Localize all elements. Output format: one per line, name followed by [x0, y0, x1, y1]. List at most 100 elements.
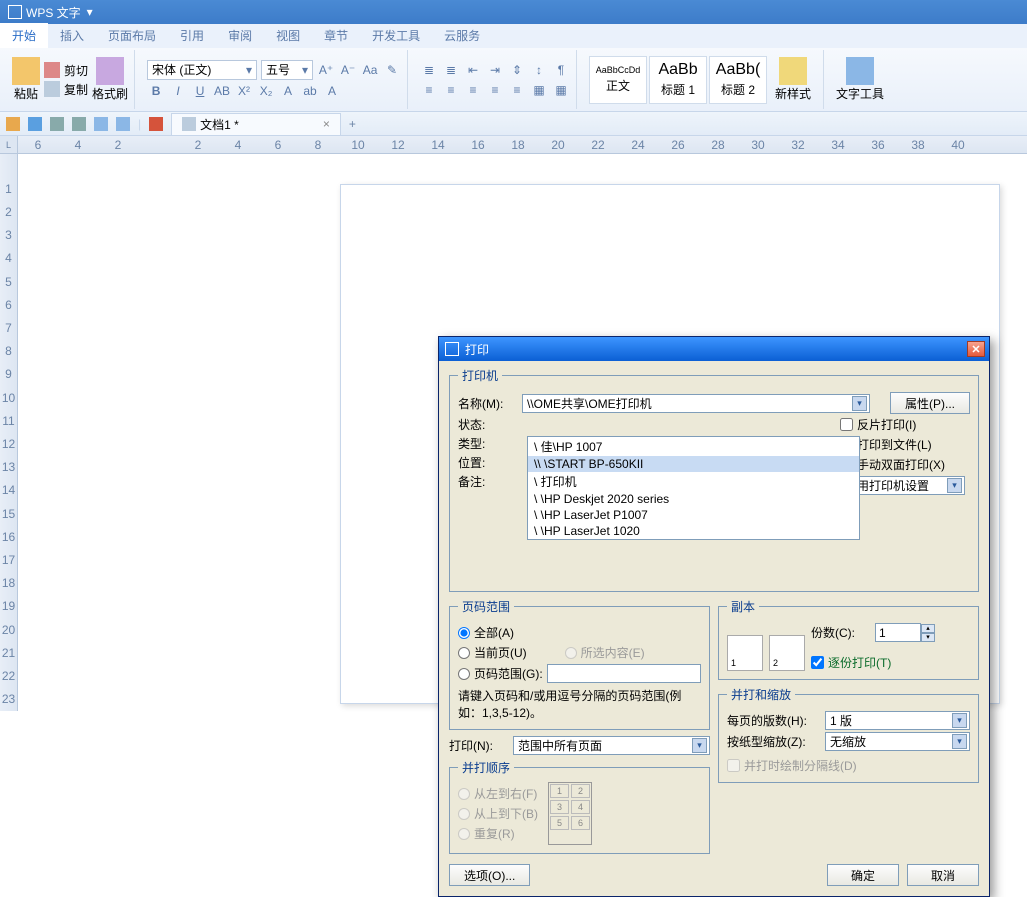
style-heading2[interactable]: AaBb(标题 2: [709, 56, 767, 104]
font-color-icon[interactable]: A: [279, 82, 297, 100]
open-icon[interactable]: [6, 117, 20, 131]
print-order-legend: 并打顺序: [458, 759, 514, 776]
clear-format-icon[interactable]: ✎: [383, 61, 401, 79]
print-preview-icon[interactable]: [72, 117, 86, 131]
document-tab[interactable]: 文档1 * ×: [171, 113, 341, 135]
tab-chapter[interactable]: 章节: [312, 23, 360, 48]
collate-check[interactable]: 逐份打印(T): [811, 654, 970, 671]
bold-icon[interactable]: B: [147, 82, 165, 100]
numbering-icon[interactable]: ≣: [442, 61, 460, 79]
format-painter-label[interactable]: 格式刷: [92, 85, 128, 102]
order-tb-radio: 从上到下(B): [458, 805, 538, 822]
tab-references[interactable]: 引用: [168, 23, 216, 48]
copy-button[interactable]: 复制: [44, 81, 88, 98]
phonetic-icon[interactable]: A: [323, 82, 341, 100]
underline-icon[interactable]: U: [191, 82, 209, 100]
justify-icon[interactable]: ≡: [486, 81, 504, 99]
copies-spinner[interactable]: 1 ▴▾: [875, 623, 935, 642]
text-tools-label[interactable]: 文字工具: [836, 85, 884, 102]
dialog-titlebar[interactable]: 打印 ✕: [439, 337, 989, 361]
font-name-combo[interactable]: 宋体 (正文)▾: [147, 60, 257, 80]
indent-dec-icon[interactable]: ⇤: [464, 61, 482, 79]
borders-icon[interactable]: ▦: [552, 81, 570, 99]
printer-option[interactable]: \ 佳\HP 1007: [528, 437, 859, 456]
tab-view[interactable]: 视图: [264, 23, 312, 48]
line-spacing-icon[interactable]: ⇕: [508, 61, 526, 79]
collate-preview-2: [769, 635, 805, 671]
spin-down-icon[interactable]: ▾: [921, 633, 935, 642]
shrink-font-icon[interactable]: A⁻: [339, 61, 357, 79]
print-what-combo[interactable]: 范围中所有页面▾: [513, 736, 710, 755]
printer-dropdown-list[interactable]: \ 佳\HP 1007\\ \START BP-650KII\ 打印机\ \HP…: [527, 436, 860, 540]
options-button[interactable]: 选项(O)...: [449, 864, 530, 886]
reverse-print-check[interactable]: 反片打印(I): [840, 416, 916, 433]
tab-review[interactable]: 审阅: [216, 23, 264, 48]
tab-insert[interactable]: 插入: [48, 23, 96, 48]
highlight-icon[interactable]: ab: [301, 82, 319, 100]
distribute-icon[interactable]: ≡: [508, 81, 526, 99]
range-all-radio[interactable]: 全部(A): [458, 624, 701, 641]
printer-option[interactable]: \ \HP LaserJet P1007: [528, 507, 859, 523]
printer-name-combo[interactable]: \\OME共享\OME打印机▾: [522, 394, 870, 413]
printer-option[interactable]: \ \HP LaserJet 1020: [528, 523, 859, 539]
name-label: 名称(M):: [458, 395, 516, 412]
range-pages-radio[interactable]: 页码范围(G):: [458, 664, 701, 683]
show-marks-icon[interactable]: ¶: [552, 61, 570, 79]
format-painter-icon[interactable]: [96, 57, 124, 85]
pages-per-sheet-combo[interactable]: 1 版▾: [825, 711, 970, 730]
close-icon[interactable]: ✕: [967, 341, 985, 357]
draw-separator-check: 并打时绘制分隔线(D): [727, 757, 970, 774]
scale-paper-combo[interactable]: 无缩放▾: [825, 732, 970, 751]
printer-option[interactable]: \\ \START BP-650KII: [528, 456, 859, 472]
sort-icon[interactable]: ↕: [530, 61, 548, 79]
tab-developer[interactable]: 开发工具: [360, 23, 432, 48]
properties-button[interactable]: 属性(P)...: [890, 392, 970, 414]
print-icon[interactable]: [50, 117, 64, 131]
bullets-icon[interactable]: ≣: [420, 61, 438, 79]
text-tools-icon[interactable]: [846, 57, 874, 85]
tab-home[interactable]: 开始: [0, 21, 48, 48]
vertical-ruler[interactable]: 1234567891011121314151617181920212223: [0, 154, 18, 711]
redo-icon[interactable]: [116, 117, 130, 131]
spin-up-icon[interactable]: ▴: [921, 624, 935, 633]
style-heading1[interactable]: AaBb标题 1: [649, 56, 707, 104]
tab-page-layout[interactable]: 页面布局: [96, 23, 168, 48]
horizontal-ruler[interactable]: 642246810121416182022242628303234363840: [18, 136, 1027, 154]
change-case-icon[interactable]: Aa: [361, 61, 379, 79]
align-center-icon[interactable]: ≡: [442, 81, 460, 99]
align-left-icon[interactable]: ≡: [420, 81, 438, 99]
new-style-label[interactable]: 新样式: [775, 85, 811, 102]
cancel-button[interactable]: 取消: [907, 864, 979, 886]
superscript-icon[interactable]: X²: [235, 82, 253, 100]
cut-button[interactable]: 剪切: [44, 62, 88, 79]
document-tab-label: 文档1 *: [200, 116, 239, 133]
grow-font-icon[interactable]: A⁺: [317, 61, 335, 79]
print-dialog: 打印 ✕ 打印机 名称(M): \\OME共享\OME打印机▾ 属性(P)...…: [438, 336, 990, 897]
scissors-icon: [44, 62, 60, 78]
undo-icon[interactable]: [94, 117, 108, 131]
indent-inc-icon[interactable]: ⇥: [486, 61, 504, 79]
italic-icon[interactable]: I: [169, 82, 187, 100]
paste-icon[interactable]: [12, 57, 40, 85]
paste-label[interactable]: 粘贴: [14, 85, 38, 102]
range-current-radio[interactable]: 当前页(U): [458, 644, 527, 661]
tools-group: 文字工具: [830, 50, 890, 109]
printer-option[interactable]: \ \HP Deskjet 2020 series: [528, 491, 859, 507]
shading-icon[interactable]: ▦: [530, 81, 548, 99]
wps-home-icon[interactable]: [149, 117, 163, 131]
chevron-down-icon: ▾: [692, 738, 707, 753]
tab-cloud[interactable]: 云服务: [432, 23, 492, 48]
app-menu[interactable]: WPS 文字 ▾: [0, 4, 103, 21]
save-icon[interactable]: [28, 117, 42, 131]
align-right-icon[interactable]: ≡: [464, 81, 482, 99]
new-style-icon[interactable]: [779, 57, 807, 85]
new-tab-icon[interactable]: +: [349, 117, 356, 131]
style-normal[interactable]: AaBbCcDd正文: [589, 56, 647, 104]
ok-button[interactable]: 确定: [827, 864, 899, 886]
printer-option[interactable]: \ 打印机: [528, 472, 859, 491]
close-tab-icon[interactable]: ×: [323, 117, 330, 131]
strike-icon[interactable]: AB: [213, 82, 231, 100]
font-size-combo[interactable]: 五号▾: [261, 60, 313, 80]
subscript-icon[interactable]: X₂: [257, 82, 275, 100]
page-range-input[interactable]: [547, 664, 701, 683]
